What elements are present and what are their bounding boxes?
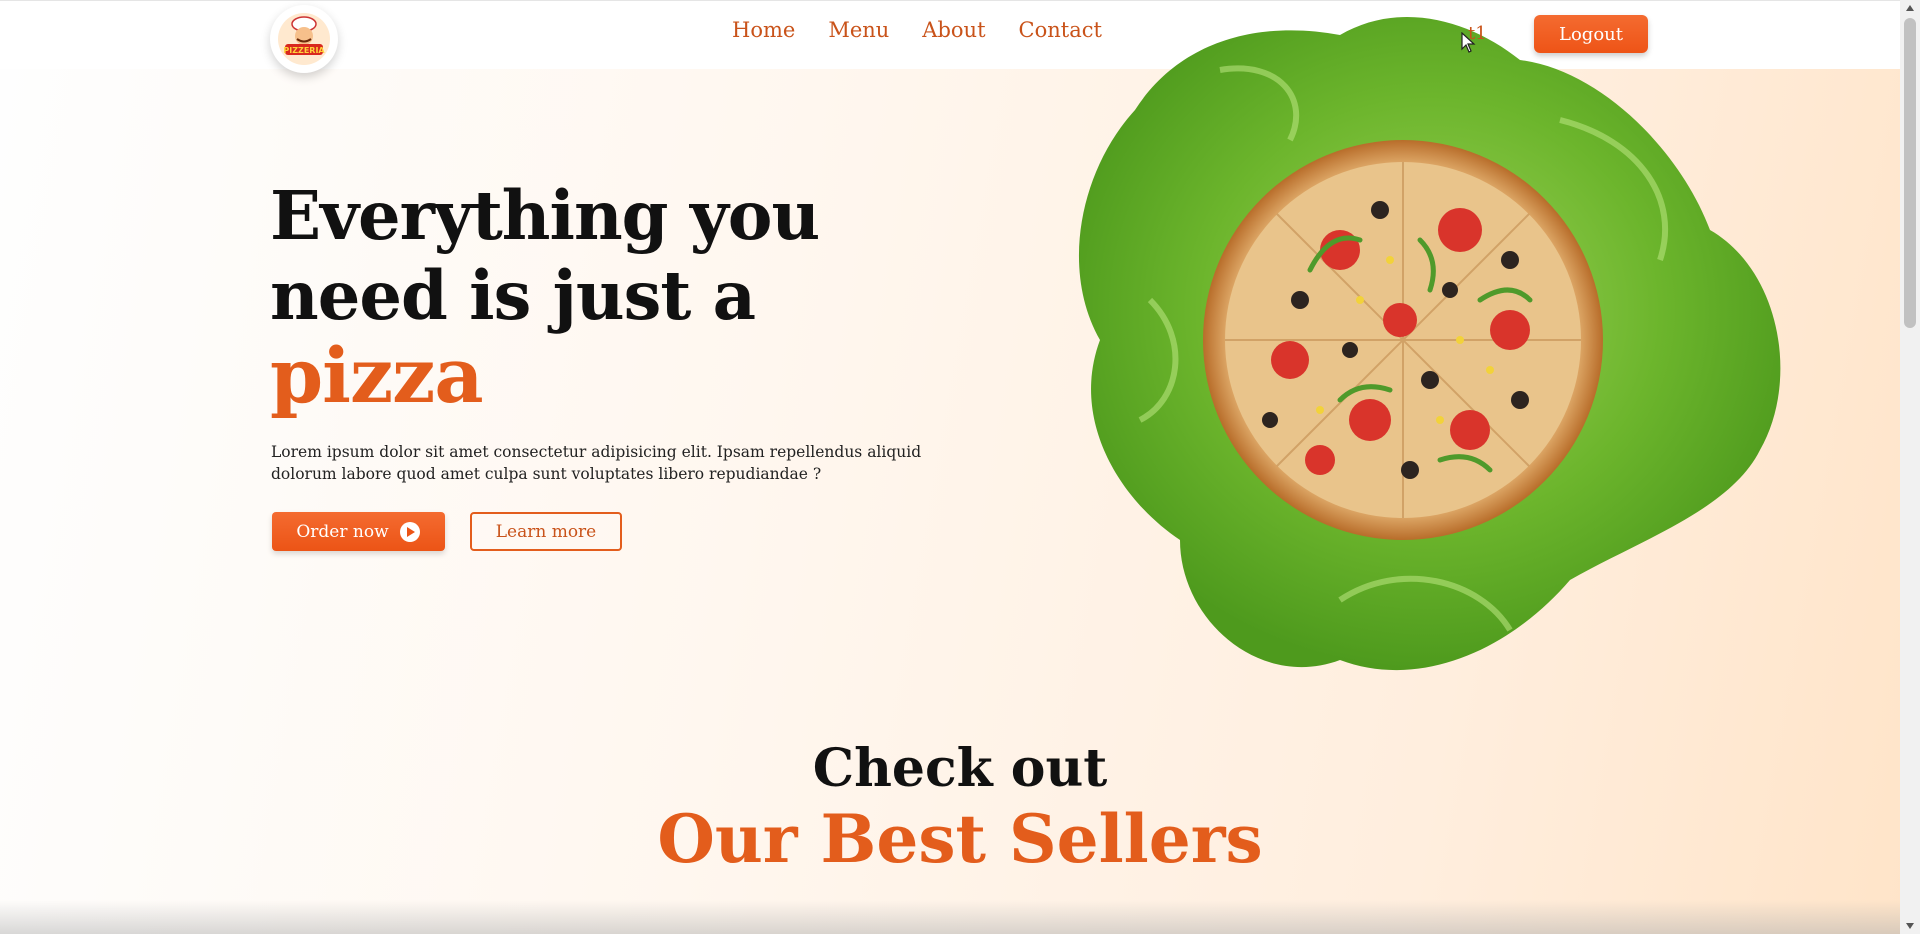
page-fold-shadow xyxy=(0,900,1900,934)
logout-button[interactable]: Logout xyxy=(1534,15,1648,53)
vertical-scrollbar[interactable] xyxy=(1900,0,1920,934)
hero-title-line2: need is just a xyxy=(270,256,756,335)
scroll-thumb[interactable] xyxy=(1904,18,1916,328)
scroll-up-icon[interactable] xyxy=(1906,5,1914,11)
cursor-icon xyxy=(1461,32,1476,53)
main-nav: Home Menu About Contact xyxy=(732,18,1135,42)
hero-title-line1: Everything you xyxy=(270,176,820,255)
best-sellers-subtitle: Check out xyxy=(812,738,1108,799)
nav-menu-link[interactable]: Menu xyxy=(828,18,889,42)
hero-title-accent: pizza xyxy=(270,331,484,420)
order-now-label: Order now xyxy=(296,521,389,542)
hero-title: Everything you need is just a pizza xyxy=(270,176,820,420)
scroll-down-icon[interactable] xyxy=(1906,923,1914,929)
learn-more-button[interactable]: Learn more xyxy=(470,512,622,551)
svg-text:PIZZERIA: PIZZERIA xyxy=(283,46,325,55)
play-circle-icon xyxy=(399,521,420,542)
nav-about-link[interactable]: About xyxy=(922,18,985,42)
nav-home-link[interactable]: Home xyxy=(732,18,795,42)
order-now-button[interactable]: Order now xyxy=(272,512,445,551)
pizza-image xyxy=(1078,16,1781,671)
best-sellers-title: Our Best Sellers xyxy=(657,800,1263,878)
pizzeria-logo-icon[interactable]: PIZZERIA xyxy=(270,5,338,73)
nav-contact-link[interactable]: Contact xyxy=(1019,18,1102,42)
hero-description: Lorem ipsum dolor sit amet consectetur a… xyxy=(271,443,922,483)
